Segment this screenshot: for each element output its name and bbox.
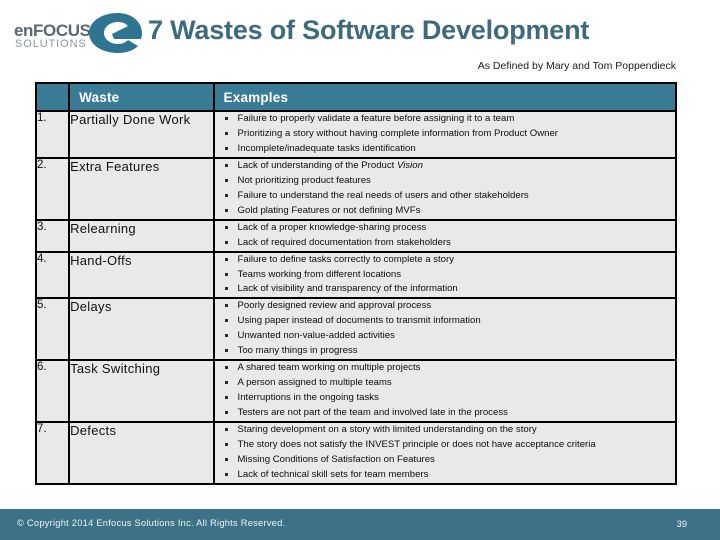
waste-name-cell: Relearning [68,218,215,253]
row-number-cell: 3. [34,218,71,253]
waste-name-cell: Extra Features [68,156,215,221]
table-row: 2. Extra Features Lack of understanding of… [34,156,678,221]
examples-list: Failure to properly validate a feature b… [215,112,675,157]
column-header-examples: Examples [212,82,678,112]
example-bullet-item: Testers are not part of the team and inv… [215,406,675,421]
example-bullet-item: Lack of a proper knowledge-sharing proce… [215,221,675,236]
row-number-cell: 2. [34,156,71,221]
waste-name-cell: Partially Done Work [68,110,215,159]
footer-copyright-text: © Copyright 2014 Enfocus Solutions Inc. … [17,518,286,528]
page-subtitle: As Defined by Mary and Tom Poppendieck [477,60,676,72]
example-bullet-item: Too many things in progress [215,344,675,359]
example-bullet-item: A person assigned to multiple teams [215,376,675,391]
example-bullet-item: Lack of required documentation from stak… [215,236,675,251]
example-bullet-item: Failure to properly validate a feature b… [215,112,675,127]
examples-cell: Failure to define tasks correctly to com… [212,250,678,300]
slide-header: enFOCUS SOLUTIONS 7 Wastes of Software D… [0,0,720,80]
column-header-examples-label: Examples [223,89,289,105]
table-row: 7. Defects Staring development on a story … [34,421,678,485]
row-number-cell: 1. [34,110,71,159]
wastes-table: Waste Examples 1. Partially Done Work Fail… [34,82,678,485]
table-row: 6. Task Switching A shared team working on… [34,359,678,424]
examples-list: Poorly designed review and approval proc… [215,299,675,359]
examples-cell: Lack of a proper knowledge-sharing proce… [212,218,678,253]
examples-list: Failure to define tasks correctly to com… [215,253,675,298]
examples-list: Lack of a proper knowledge-sharing proce… [215,221,675,251]
example-bullet-item: Interruptions in the ongoing tasks [215,391,675,406]
wastes-table-body: 1. Partially Done Work Failure to properly… [34,110,678,485]
table-row: 4. Hand-Offs Failure to define tasks corre… [34,250,678,300]
example-bullet-item: Poorly designed review and approval proc… [215,299,675,314]
example-bullet-item: Lack of visibility and transparency of t… [215,282,675,297]
example-bullet-item: Failure to define tasks correctly to com… [215,253,675,268]
waste-name-cell: Hand-Offs [68,250,215,300]
table-row: 1. Partially Done Work Failure to properly… [34,110,678,159]
table-row: 3. Relearning Lack of a proper knowledge-s… [34,218,678,253]
column-header-waste: Waste [68,82,215,112]
waste-name-cell: Task Switching [68,359,215,424]
example-bullet-item: Gold plating Features or not defining MV… [215,204,675,219]
example-bullet-item: Staring development on a story with limi… [215,423,675,438]
logo-wordmark-text: enFOCUS [14,21,91,40]
example-bullet-item: Lack of technical skill sets for team me… [215,468,675,483]
examples-cell: Poorly designed review and approval proc… [212,297,678,362]
example-bullet-item: Lack of understanding of the Product Vis… [215,159,675,174]
logo-subword-text: SOLUTIONS [15,38,87,50]
example-bullet-item: Unwanted non-value-added activities [215,329,675,344]
example-bullet-item: A shared team working on multiple projec… [215,361,675,376]
examples-cell: Failure to properly validate a feature b… [212,110,678,159]
example-bullet-item: Failure to understand the real needs of … [215,189,675,204]
examples-cell: Lack of understanding of the Product Vis… [212,156,678,221]
footer-page-number: 39 [676,519,687,529]
example-bullet-item: Not prioritizing product features [215,174,675,189]
example-bullet-item: Incomplete/inadequate tasks identificati… [215,142,675,157]
slide-footer: © Copyright 2014 Enfocus Solutions Inc. … [0,509,720,540]
examples-list: A shared team working on multiple projec… [215,361,675,421]
column-header-waste-label: Waste [79,89,120,105]
waste-name-cell: Defects [68,421,215,485]
row-number-cell: 7. [34,421,71,485]
row-number-cell: 5. [34,297,71,362]
row-number-cell: 4. [34,250,71,300]
example-bullet-item: The story does not satisfy the INVEST pr… [215,438,675,453]
examples-list: Staring development on a story with limi… [215,423,675,483]
row-number-cell: 6. [34,359,71,424]
example-bullet-item: Teams working from different locations [215,268,675,283]
examples-cell: Staring development on a story with limi… [212,421,678,485]
table-row: 5. Delays Poorly designed review and appro… [34,297,678,362]
column-header-number [34,82,71,112]
example-bullet-item: Using paper instead of documents to tran… [215,314,675,329]
examples-cell: A shared team working on multiple projec… [212,359,678,424]
example-bullet-item: Prioritizing a story without having comp… [215,127,675,142]
table-header-row: Waste Examples [34,82,678,112]
examples-list: Lack of understanding of the Product Vis… [215,159,675,219]
page-title: 7 Wastes of Software Development [148,15,590,45]
example-bullet-item: Missing Conditions of Satisfaction on Fe… [215,453,675,468]
waste-name-cell: Delays [68,297,215,362]
enfocus-e-swirl-icon [89,13,142,53]
enfocus-solutions-logo: enFOCUS SOLUTIONS [12,8,144,56]
